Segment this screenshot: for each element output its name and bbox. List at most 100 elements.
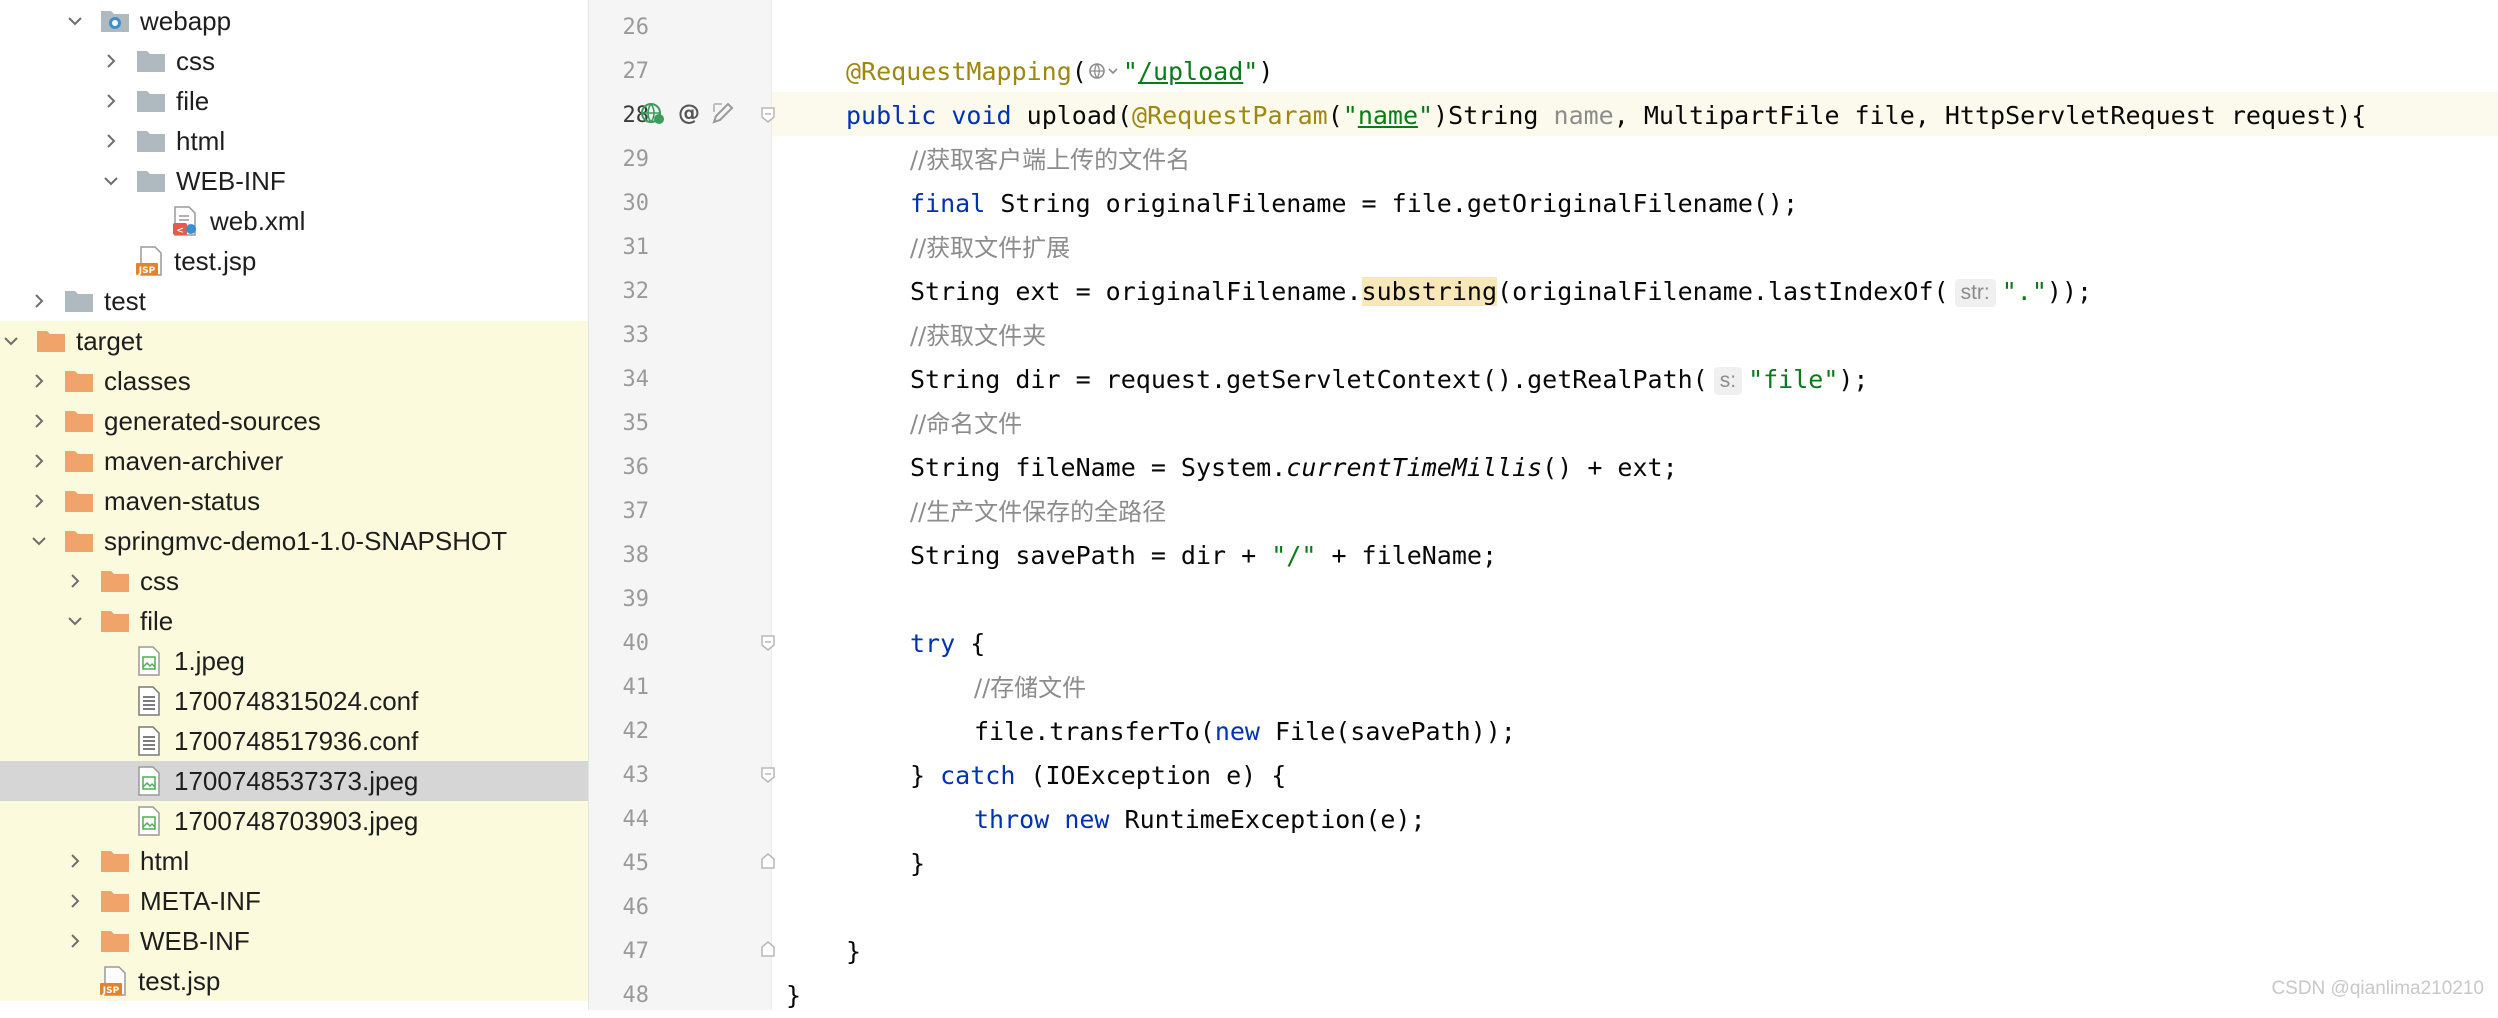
parameter-hint: s: [1713, 367, 1743, 395]
code-line[interactable]: } catch (IOException e) { [910, 754, 1286, 798]
tree-item-label: file [176, 85, 210, 116]
chevron-down-icon[interactable] [64, 10, 86, 32]
fold-marker-end-method[interactable] [760, 940, 776, 958]
tree-row[interactable]: 1700748703903.jpeg [0, 801, 588, 841]
chevron-right-icon[interactable] [28, 410, 50, 432]
url-globe-icon[interactable] [1087, 59, 1123, 83]
chevron-right-icon[interactable] [64, 930, 86, 952]
tree-row[interactable]: generated-sources [0, 401, 588, 441]
endpoint-globe-icon[interactable] [640, 100, 666, 126]
parameter-hint: str: [1954, 279, 1996, 307]
fold-marker-open[interactable] [760, 106, 776, 124]
tree-row[interactable]: 1700748517936.conf [0, 721, 588, 761]
code-line[interactable]: String ext = originalFilename.substring(… [910, 270, 2092, 314]
code-line[interactable]: //命名文件 [910, 402, 1022, 446]
code-token: String savePath = dir + [910, 541, 1272, 570]
code-line[interactable]: //生产文件保存的全路径 [910, 490, 1166, 534]
code-line[interactable]: String dir = request.getServletContext()… [910, 358, 1868, 402]
tree-row[interactable]: < web.xml [0, 201, 588, 241]
tree-row[interactable]: WEB-INF [0, 161, 588, 201]
code-line[interactable]: String fileName = System.currentTimeMill… [910, 446, 1678, 490]
tree-row[interactable]: maven-archiver [0, 441, 588, 481]
tree-item-label: 1700748703903.jpeg [174, 805, 419, 836]
code-line[interactable]: try { [910, 622, 985, 666]
chevron-right-icon[interactable] [28, 370, 50, 392]
tree-row[interactable]: target [0, 321, 588, 361]
tree-row[interactable]: 1700748537373.jpeg [0, 761, 588, 801]
tree-row[interactable]: 1700748315024.conf [0, 681, 588, 721]
tree-item-label: generated-sources [104, 405, 321, 436]
chevron-down-icon[interactable] [28, 530, 50, 552]
code-token: //获取文件夹 [910, 322, 1047, 350]
code-line[interactable]: } [846, 930, 861, 974]
chevron-right-icon[interactable] [28, 450, 50, 472]
code-token: //存储文件 [974, 674, 1087, 702]
tree-row[interactable]: maven-status [0, 481, 588, 521]
code-line[interactable]: public void upload(@RequestParam("name")… [846, 94, 2366, 138]
tree-item-label: html [140, 845, 190, 876]
chevron-down-icon[interactable] [100, 170, 122, 192]
folder-icon [64, 288, 94, 314]
tree-row[interactable]: test [0, 281, 588, 321]
chevron-down-icon[interactable] [64, 610, 86, 632]
chevron-right-icon[interactable] [64, 850, 86, 872]
code-token: )String [1433, 101, 1554, 130]
chevron-right-icon[interactable] [64, 570, 86, 592]
chevron-right-icon[interactable] [100, 50, 122, 72]
tree-row[interactable]: WEB-INF [0, 921, 588, 961]
code-line[interactable]: } [910, 842, 925, 886]
excluded-folder-icon [100, 928, 130, 954]
tree-row[interactable]: classes [0, 361, 588, 401]
tree-row[interactable]: css [0, 41, 588, 81]
chevron-right-icon[interactable] [28, 490, 50, 512]
fold-marker-end-catch[interactable] [760, 852, 776, 870]
code-line[interactable]: final String originalFilename = file.get… [910, 182, 1798, 226]
code-line[interactable]: throw new RuntimeException(e); [974, 798, 1426, 842]
code-token: String originalFilename = file.getOrigin… [985, 189, 1799, 218]
code-line[interactable]: //获取客户端上传的文件名 [910, 138, 1190, 182]
chevron-down-icon[interactable] [0, 330, 22, 352]
code-line[interactable]: file.transferTo(new File(savePath)); [974, 710, 1516, 754]
code-token: " [1418, 101, 1434, 130]
web-folder-icon [100, 8, 130, 34]
code-token: upload( [1011, 101, 1133, 130]
tree-row[interactable]: html [0, 121, 588, 161]
code-line[interactable]: String savePath = dir + "/" + fileName; [910, 534, 1497, 578]
tree-item-label: WEB-INF [140, 925, 250, 956]
code-line[interactable]: } [786, 974, 801, 1018]
tree-row[interactable]: springmvc-demo1-1.0-SNAPSHOT [0, 521, 588, 561]
code-token: substring [1361, 277, 1498, 306]
tree-item-label: web.xml [210, 205, 306, 236]
tree-row[interactable]: html [0, 841, 588, 881]
code-token: final [910, 189, 986, 218]
image-file-icon [136, 646, 162, 676]
chevron-right-icon[interactable] [100, 90, 122, 112]
line-number: 48 [622, 983, 650, 1008]
fold-marker-try[interactable] [760, 634, 776, 652]
code-token: "file" [1748, 365, 1839, 394]
code-line[interactable]: @RequestMapping("/upload") [846, 50, 1273, 94]
tree-row[interactable]: file [0, 81, 588, 121]
code-token: String dir = request.getServletContext()… [910, 365, 1708, 394]
fold-marker-catch[interactable] [760, 766, 776, 784]
tree-row[interactable]: 1.jpeg [0, 641, 588, 681]
code-line[interactable]: //获取文件夹 [910, 314, 1046, 358]
tree-row[interactable]: JSP test.jsp [0, 961, 588, 1001]
tree-row[interactable]: css [0, 561, 588, 601]
tree-row[interactable]: JSP test.jsp [0, 241, 588, 281]
chevron-right-icon[interactable] [64, 890, 86, 912]
tree-row[interactable]: file [0, 601, 588, 641]
tree-item-label: css [176, 45, 215, 76]
at-sign-icon[interactable]: @ [676, 100, 702, 126]
chevron-right-icon[interactable] [28, 290, 50, 312]
tree-row[interactable]: META-INF [0, 881, 588, 921]
code-line[interactable]: //存储文件 [974, 666, 1086, 710]
tree-row[interactable]: webapp [0, 1, 588, 41]
chevron-right-icon[interactable] [100, 130, 122, 152]
tree-item-label: 1700748537373.jpeg [174, 765, 419, 796]
edit-pencil-icon[interactable] [710, 100, 736, 126]
excluded-folder-icon [100, 888, 130, 914]
code-line[interactable]: //获取文件扩展 [910, 226, 1070, 270]
line-number: 47 [622, 939, 650, 964]
code-token: "." [2001, 277, 2047, 306]
